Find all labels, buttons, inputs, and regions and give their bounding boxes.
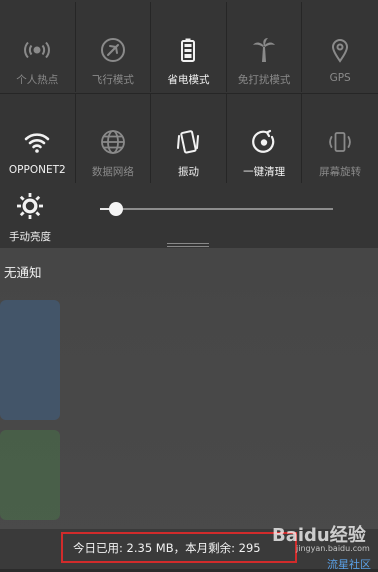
globe-icon: [98, 127, 128, 157]
clean-icon: [249, 127, 279, 157]
drag-handle-line[interactable]: [167, 243, 209, 244]
toggle-gps[interactable]: GPS: [302, 2, 378, 92]
rotate-icon: [325, 127, 355, 157]
toggle-wifi[interactable]: OPPONET2: [0, 94, 76, 184]
toggle-label: 数据网络: [91, 166, 134, 178]
battery-icon: [173, 35, 203, 65]
toggle-mobile-data[interactable]: 数据网络: [76, 94, 152, 184]
toggle-airplane-mode[interactable]: 飞行模式: [76, 2, 152, 92]
toggle-screen-rotation[interactable]: 屏幕旋转: [302, 94, 378, 184]
brightness-icon[interactable]: [16, 192, 44, 220]
wifi-icon: [22, 127, 52, 157]
background-app-hint: [0, 300, 60, 420]
background-app-hint: [0, 430, 60, 520]
brightness-slider-thumb[interactable]: [108, 202, 123, 216]
data-usage-value: 今日已用: 2.35 MB，本月剩余: 295: [73, 540, 261, 555]
watermark-site: 流星社区: [327, 558, 371, 571]
palm-tree-icon: [249, 35, 279, 65]
toggle-label: 省电模式: [167, 74, 210, 86]
toggle-do-not-disturb[interactable]: 免打扰模式: [227, 2, 303, 92]
button-one-click-clean[interactable]: 一键清理: [227, 94, 303, 184]
watermark-url: jingyan.baidu.com: [296, 544, 370, 553]
toggle-label: 免打扰模式: [237, 74, 291, 86]
toggle-label: 飞行模式: [91, 74, 134, 86]
toggle-label: 振动: [177, 166, 199, 178]
toggle-label: GPS: [329, 72, 351, 84]
no-notifications-label: 无通知: [4, 265, 42, 280]
toggle-label: 个人热点: [16, 74, 59, 86]
location-pin-icon: [325, 35, 355, 65]
drag-handle-line[interactable]: [167, 246, 209, 247]
quick-settings-row-1: 个人热点 飞行模式 省电模式 免打扰模式 GPS: [0, 2, 378, 92]
toggle-hotspot[interactable]: 个人热点: [0, 2, 76, 92]
brightness-label: 手动亮度: [9, 231, 51, 243]
toggle-vibrate[interactable]: 振动: [151, 94, 227, 184]
toggle-power-saving[interactable]: 省电模式: [151, 2, 227, 92]
brightness-panel: [0, 183, 378, 248]
toggle-label: 屏幕旋转: [319, 166, 362, 178]
airplane-icon: [98, 35, 128, 65]
vibrate-icon: [173, 127, 203, 157]
data-usage-text: 今日已用: 2.35 MB，本月剩余: 295: [61, 532, 297, 563]
brightness-slider-track[interactable]: [100, 208, 333, 210]
quick-settings-row-2: OPPONET2 数据网络 振动 一键清理 屏幕旋转: [0, 94, 378, 184]
hotspot-icon: [22, 35, 52, 65]
toggle-label: OPPONET2: [8, 164, 66, 176]
toggle-label: 一键清理: [243, 166, 286, 178]
